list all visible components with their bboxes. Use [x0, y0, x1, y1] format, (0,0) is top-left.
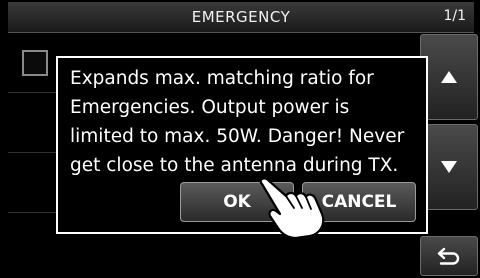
- emergency-checkbox[interactable]: [22, 50, 48, 76]
- page-indicator: 1/1: [443, 8, 466, 24]
- pointing-hand-icon: [259, 177, 325, 240]
- triangle-down-icon: [441, 161, 457, 173]
- screen: EMERGENCY 1/1 Expands max. matching rati…: [0, 0, 480, 278]
- title-bar: EMERGENCY 1/1: [8, 2, 474, 33]
- return-arrow-icon: [437, 247, 460, 265]
- dialog-message: Expands max. matching ratio for Emergenc…: [70, 68, 405, 176]
- back-button[interactable]: [420, 236, 478, 276]
- screen-title: EMERGENCY: [191, 8, 291, 26]
- warning-dialog: Expands max. matching ratio for Emergenc…: [56, 56, 428, 234]
- scroll-down-button[interactable]: [420, 124, 478, 210]
- scroll-up-button[interactable]: [420, 34, 478, 120]
- triangle-up-icon: [441, 71, 457, 83]
